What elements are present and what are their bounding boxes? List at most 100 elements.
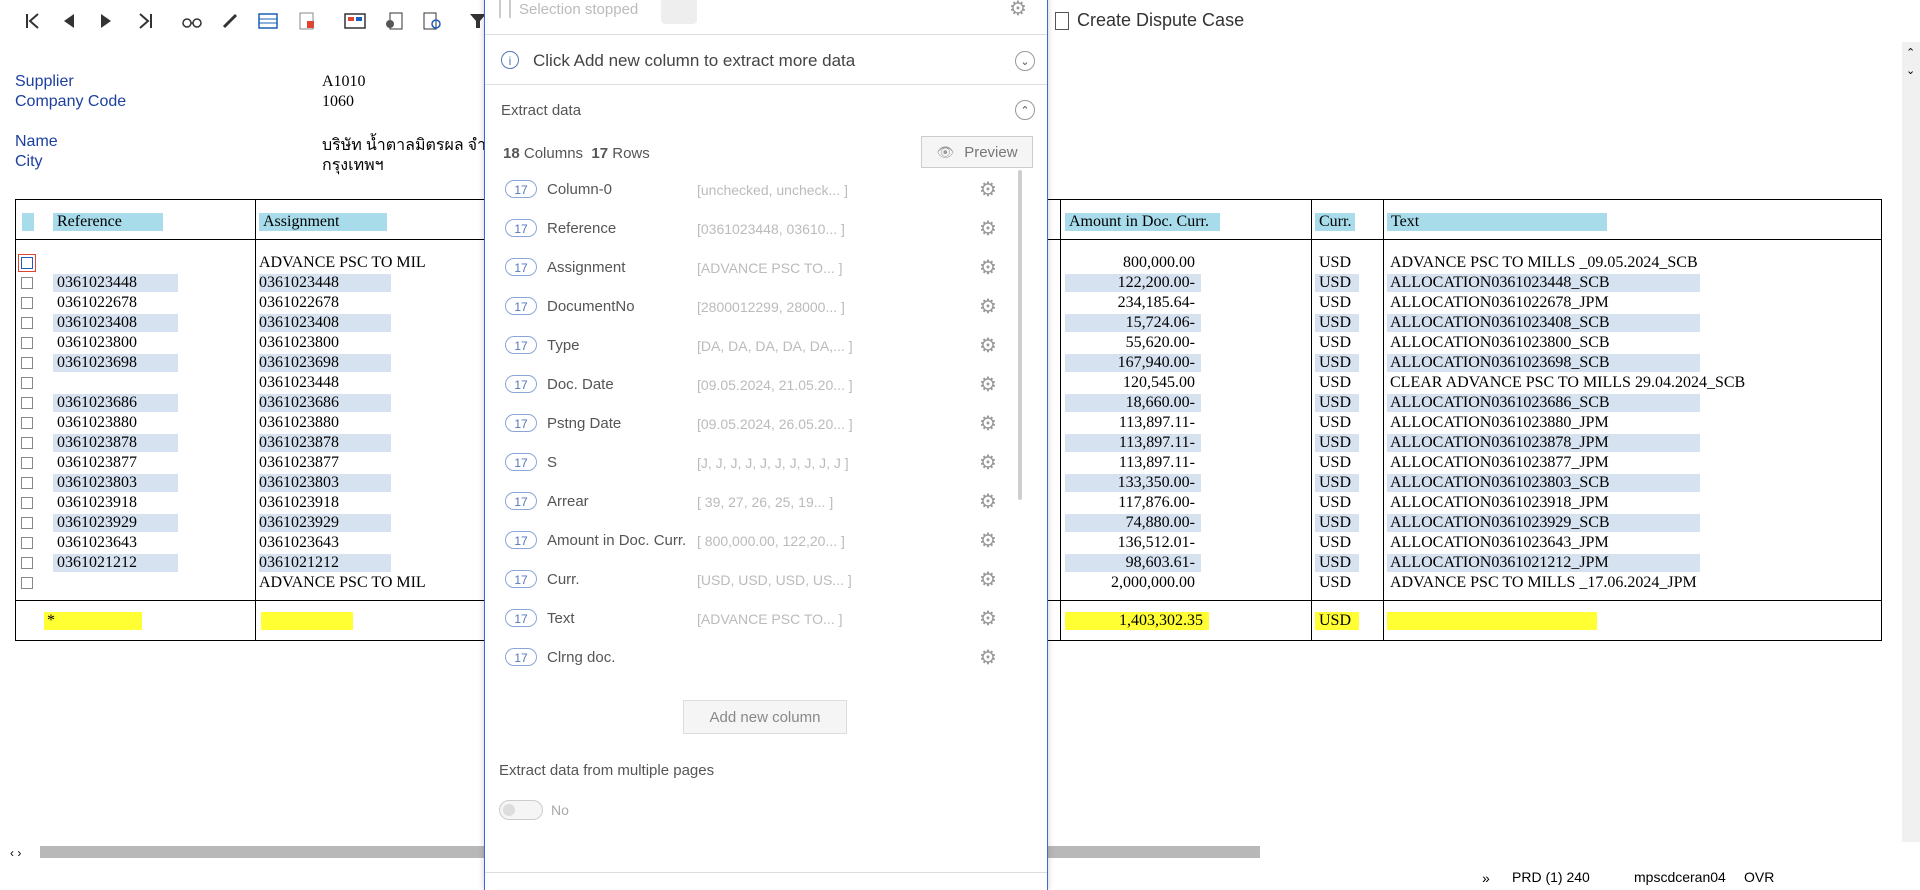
extract-column-row[interactable]: 17 Reference [0361023448, 03610... ] ⚙ xyxy=(485,217,1015,241)
column-settings-gear-icon[interactable]: ⚙ xyxy=(977,491,999,513)
city-value: กรุงเทพฯ xyxy=(322,157,384,174)
column-settings-gear-icon[interactable]: ⚙ xyxy=(977,296,999,318)
column-name: Assignment xyxy=(547,259,626,276)
expand-icon[interactable]: » xyxy=(1482,870,1490,886)
chevron-down-icon[interactable]: ⌄ xyxy=(1015,51,1035,71)
layout-icon[interactable] xyxy=(344,10,366,32)
row-checkbox[interactable] xyxy=(21,457,33,469)
extract-column-row[interactable]: 17 Column-0 [unchecked, uncheck... ] ⚙ xyxy=(485,178,1015,202)
column-settings-gear-icon[interactable]: ⚙ xyxy=(977,569,999,591)
extract-column-row[interactable]: 17 Curr. [USD, USD, USD, US... ] ⚙ xyxy=(485,568,1015,592)
create-dispute-case-button[interactable]: Create Dispute Case xyxy=(1055,10,1244,31)
column-settings-gear-icon[interactable]: ⚙ xyxy=(977,179,999,201)
web-doc-icon[interactable] xyxy=(421,10,443,32)
row-checkbox[interactable] xyxy=(21,477,33,489)
assignment-cell: 0361023698 xyxy=(259,354,391,372)
row-checkbox[interactable] xyxy=(21,377,33,389)
extract-column-row[interactable]: 17 Assignment [ADVANCE PSC TO... ] ⚙ xyxy=(485,256,1015,280)
row-count-badge: 17 xyxy=(505,336,537,354)
prev-page-icon[interactable] xyxy=(58,10,80,32)
preview-button[interactable]: 👁 Preview xyxy=(921,136,1033,168)
row-checkbox[interactable] xyxy=(21,317,33,329)
extract-column-row[interactable]: 17 Text [ADVANCE PSC TO... ] ⚙ xyxy=(485,607,1015,631)
reference-cell: 0361022678 xyxy=(57,294,137,311)
row-checkbox[interactable] xyxy=(21,357,33,369)
extract-data-title: Extract data xyxy=(501,102,582,119)
assignment-cell: 0361023918 xyxy=(259,494,339,511)
amount-cell: 55,620.00- xyxy=(1125,334,1195,351)
column-settings-gear-icon[interactable]: ⚙ xyxy=(977,218,999,240)
system-info[interactable]: PRD (1) 240 xyxy=(1512,869,1590,885)
extract-column-row[interactable]: 17 Pstng Date [09.05.2024, 26.05.20... ] ⚙ xyxy=(485,412,1015,436)
column-settings-gear-icon[interactable]: ⚙ xyxy=(977,608,999,630)
scroll-up-icon[interactable]: ⌃ xyxy=(1906,46,1915,59)
row-checkbox[interactable] xyxy=(21,397,33,409)
row-checkbox[interactable] xyxy=(21,437,33,449)
row-checkbox[interactable] xyxy=(21,417,33,429)
hint-text: Click Add new column to extract more dat… xyxy=(533,51,856,70)
column-header-assignment[interactable]: Assignment xyxy=(259,213,387,231)
multipage-toggle[interactable] xyxy=(499,800,543,820)
row-count-badge: 17 xyxy=(505,570,537,588)
column-values-preview: [unchecked, uncheck... ] xyxy=(697,182,848,198)
assignment-cell: 0361021212 xyxy=(259,554,391,572)
extract-column-row[interactable]: 17 S [J, J, J, J, J, J, J, J, J, J ] ⚙ xyxy=(485,451,1015,475)
vertical-scrollbar[interactable]: ⌃ ⌄ xyxy=(1902,42,1920,842)
column-settings-gear-icon[interactable]: ⚙ xyxy=(977,452,999,474)
assignment-cell: 0361023929 xyxy=(259,514,391,532)
column-settings-gear-icon[interactable]: ⚙ xyxy=(977,374,999,396)
scroll-left-icon[interactable]: ‹ › xyxy=(10,846,21,860)
extract-column-row[interactable]: 17 Doc. Date [09.05.2024, 21.05.20... ] ⚙ xyxy=(485,373,1015,397)
curr-cell: USD xyxy=(1315,474,1359,492)
extract-column-row[interactable]: 17 Type [DA, DA, DA, DA, DA,... ] ⚙ xyxy=(485,334,1015,358)
first-page-icon[interactable] xyxy=(22,10,44,32)
last-page-icon[interactable] xyxy=(134,10,156,32)
column-header-curr[interactable]: Curr. xyxy=(1315,213,1355,231)
scroll-down-icon[interactable]: ⌄ xyxy=(1906,64,1915,77)
extract-column-row[interactable]: 17 Clrng doc. ⚙ xyxy=(485,646,1015,670)
add-new-column-button[interactable]: Add new column xyxy=(683,700,847,734)
row-count-badge: 17 xyxy=(505,531,537,549)
glasses-icon[interactable] xyxy=(181,10,203,32)
column-settings-gear-icon[interactable]: ⚙ xyxy=(977,257,999,279)
chevron-up-icon[interactable]: ⌃ xyxy=(1015,100,1035,120)
extract-column-row[interactable]: 17 Arrear [ 39, 27, 26, 25, 19... ] ⚙ xyxy=(485,490,1015,514)
row-checkbox[interactable] xyxy=(21,577,33,589)
amount-cell: 2,000,000.00 xyxy=(1111,574,1195,591)
selection-status: Selection stopped xyxy=(519,1,639,18)
row-checkbox[interactable] xyxy=(21,537,33,549)
column-settings-gear-icon[interactable]: ⚙ xyxy=(977,647,999,669)
next-page-icon[interactable] xyxy=(95,10,117,32)
column-settings-gear-icon[interactable]: ⚙ xyxy=(977,413,999,435)
row-checkbox[interactable] xyxy=(21,297,33,309)
settings-gear-icon[interactable]: ⚙ xyxy=(1007,0,1029,20)
column-values-preview: [0361023448, 03610... ] xyxy=(697,221,845,237)
row-checkbox[interactable] xyxy=(21,277,33,289)
doc-red-icon[interactable] xyxy=(296,10,318,32)
text-cell: ALLOCATION0361023880_JPM xyxy=(1390,414,1609,431)
city-label: City xyxy=(15,153,43,170)
curr-cell: USD xyxy=(1315,434,1359,452)
col-border xyxy=(255,199,256,641)
extract-column-row[interactable]: 17 DocumentNo [2800012299, 28000... ] ⚙ xyxy=(485,295,1015,319)
row-checkbox[interactable] xyxy=(21,497,33,509)
column-header-amount[interactable]: Amount in Doc. Curr. xyxy=(1065,213,1220,231)
row-checkbox[interactable] xyxy=(21,517,33,529)
column-header-text[interactable]: Text xyxy=(1387,213,1607,231)
extract-column-row[interactable]: 17 Amount in Doc. Curr. [ 800,000.00, 122,… xyxy=(485,529,1015,553)
eye-toggle[interactable] xyxy=(661,0,697,24)
row-checkbox[interactable] xyxy=(18,254,36,272)
text-cell: ALLOCATION0361023408_SCB xyxy=(1387,314,1700,332)
pencil-icon[interactable] xyxy=(219,10,241,32)
row-checkbox[interactable] xyxy=(21,557,33,569)
column-values-preview: [DA, DA, DA, DA, DA,... ] xyxy=(697,338,853,354)
column-settings-gear-icon[interactable]: ⚙ xyxy=(977,335,999,357)
row-count-badge: 17 xyxy=(505,492,537,510)
column-header-reference[interactable]: Reference xyxy=(53,213,163,231)
row-checkbox[interactable] xyxy=(21,337,33,349)
panel-scrollbar[interactable] xyxy=(1018,170,1022,500)
column-settings-gear-icon[interactable]: ⚙ xyxy=(977,530,999,552)
table-icon[interactable] xyxy=(257,10,279,32)
doc-gear-icon[interactable] xyxy=(383,10,405,32)
select-all-header[interactable] xyxy=(22,213,34,231)
